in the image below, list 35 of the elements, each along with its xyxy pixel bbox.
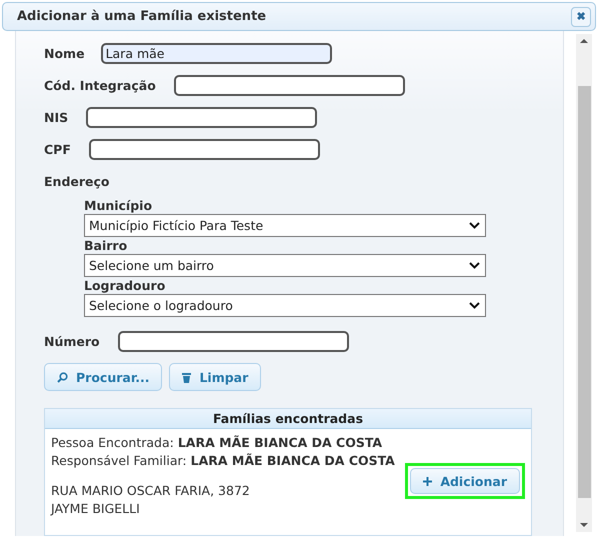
add-button[interactable]: Adicionar: [410, 468, 520, 494]
field-label: Cód. Integração: [44, 78, 156, 93]
person-text: Pessoa Encontrada: LARA MÃE BIANCA DA COSTA: [51, 434, 384, 452]
field-label: Bairro: [84, 238, 128, 254]
chevron-down-icon: [469, 302, 480, 309]
chevron-down-icon: [469, 262, 480, 269]
section-label: Endereço: [44, 174, 111, 189]
field-label: Município: [84, 198, 154, 214]
input-field[interactable]: [86, 107, 318, 128]
search-icon: [57, 372, 68, 382]
trash-icon: [182, 372, 192, 382]
dropdown-select[interactable]: Selecione o logradouro: [84, 294, 486, 317]
dropdown-select[interactable]: Selecione um bairro: [84, 254, 486, 277]
scrollbar[interactable]: [576, 34, 592, 532]
address-text: JAYME BIGELLI: [51, 500, 141, 518]
plus-icon: [423, 476, 432, 486]
field-label: Logradouro: [84, 278, 166, 294]
responsible-text: Responsável Familiar: LARA MÃE BIANCA DA COSTA: [51, 452, 396, 470]
search-button[interactable]: Procurar...: [44, 363, 162, 391]
close-button[interactable]: ✖: [571, 6, 591, 26]
address-text: RUA MARIO OSCAR FARIA, 3872: [51, 482, 251, 500]
window-title: Adicionar à uma Família existente: [17, 9, 266, 24]
clear-button[interactable]: Limpar: [169, 363, 262, 391]
input-field[interactable]: Lara mãe: [100, 43, 332, 64]
field-label: NIS: [44, 110, 68, 125]
input-field[interactable]: [118, 331, 349, 352]
field-label: Nome: [44, 46, 85, 61]
dropdown-select[interactable]: Município Fictício Para Teste: [84, 214, 486, 237]
field-label: Número: [44, 334, 100, 349]
chevron-down-icon: [469, 222, 480, 229]
panel-title: Famílias encontradas: [212, 411, 364, 426]
scrollbar-thumb[interactable]: [578, 86, 590, 498]
field-label: CPF: [44, 142, 71, 157]
input-field[interactable]: [174, 75, 405, 96]
input-field[interactable]: [88, 139, 320, 160]
